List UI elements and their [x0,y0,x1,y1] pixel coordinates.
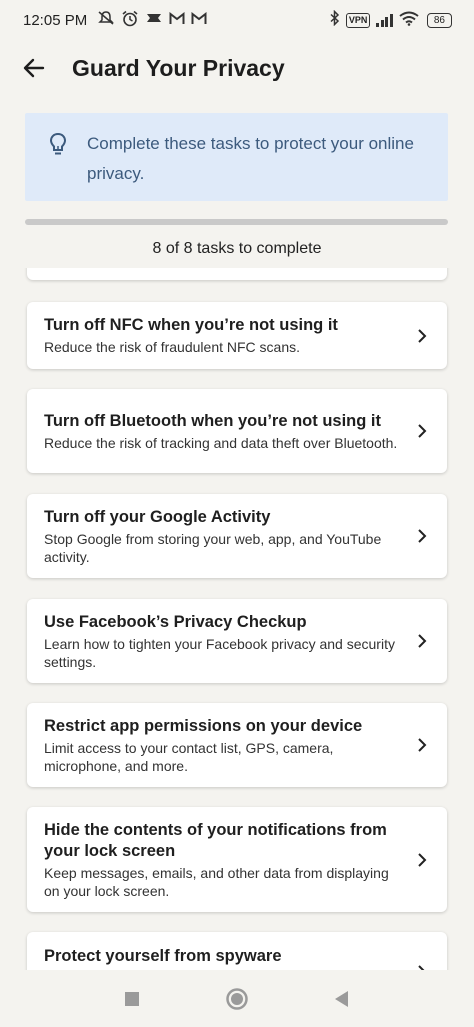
chevron-right-icon [418,424,427,438]
task-description: Keep messages, emails, and other data fr… [44,864,389,899]
recents-square-icon [125,991,140,1006]
task-card[interactable]: Protect yourself from spyware [27,932,447,970]
chevron-right-icon [418,738,427,752]
bluetooth-icon [330,9,340,30]
home-circle-icon [226,987,248,1010]
task-description: Learn how to tighten your Facebook priva… [44,635,395,670]
task-card[interactable]: Restrict app permissions on your device … [27,703,447,787]
task-card[interactable]: Turn off NFC when you’re not using it Re… [27,302,447,369]
page-title: Guard Your Privacy [72,54,285,81]
back-button[interactable] [14,48,54,88]
recents-button[interactable] [112,979,152,1019]
chevron-right-icon [418,634,427,648]
task-description: Reduce the risk of tracking and data the… [44,434,398,451]
progress-label: 8 of 8 tasks to complete [152,240,322,257]
banner-text: Complete these tasks to protect your onl… [87,134,414,183]
battery-icon: 86 [426,12,452,28]
status-time: 12:05 PM [23,11,88,29]
task-card[interactable]: Use Facebook’s Privacy Checkup Learn how… [27,599,447,683]
back-triangle-icon [334,990,348,1007]
task-title: Turn off NFC when you’re not using it [44,316,338,334]
chevron-right-icon [418,328,427,343]
progress-bar [25,219,448,225]
nav-back-button[interactable] [322,979,362,1019]
info-banner: Complete these tasks to protect your onl… [25,113,448,201]
chevron-right-icon [418,529,427,543]
task-card[interactable]: Turn off your Google Activity Stop Googl… [27,494,447,578]
task-description: Stop Google from storing your web, app, … [44,530,382,565]
signal-icon [376,13,393,27]
task-title: Turn off Bluetooth when you’re not using… [44,411,381,430]
task-card-partial[interactable] [27,268,447,280]
system-nav-bar [0,970,474,1027]
back-arrow-icon [23,58,45,78]
task-title: Turn off your Google Activity [44,507,271,526]
task-title: Use Facebook’s Privacy Checkup [44,612,307,631]
task-card[interactable]: Hide the contents of your notifications … [27,807,447,912]
app-icon [145,11,163,29]
gmail-icon [169,11,185,29]
no-notifications-icon [97,10,115,30]
app-header: Guard Your Privacy [0,40,474,96]
chevron-right-icon [418,852,427,867]
status-bar: 12:05 PM VPN 86 [0,0,474,40]
task-description: Reduce the risk of fraudulent NFC scans. [44,339,301,355]
wifi-icon [399,11,419,30]
task-list: Turn off NFC when you’re not using it Re… [0,268,474,970]
task-card[interactable]: Turn off Bluetooth when you’re not using… [27,389,447,473]
gmail-icon [191,11,207,29]
task-title: Restrict app permissions on your device [44,716,363,735]
task-title: Protect yourself from spyware [44,947,282,965]
vpn-icon: VPN [345,12,371,28]
task-description: Limit access to your contact list, GPS, … [44,739,334,774]
home-button[interactable] [217,979,257,1019]
task-title: Hide the contents of your notifications … [44,820,387,860]
alarm-icon [121,10,139,31]
lightbulb-icon [49,132,67,155]
